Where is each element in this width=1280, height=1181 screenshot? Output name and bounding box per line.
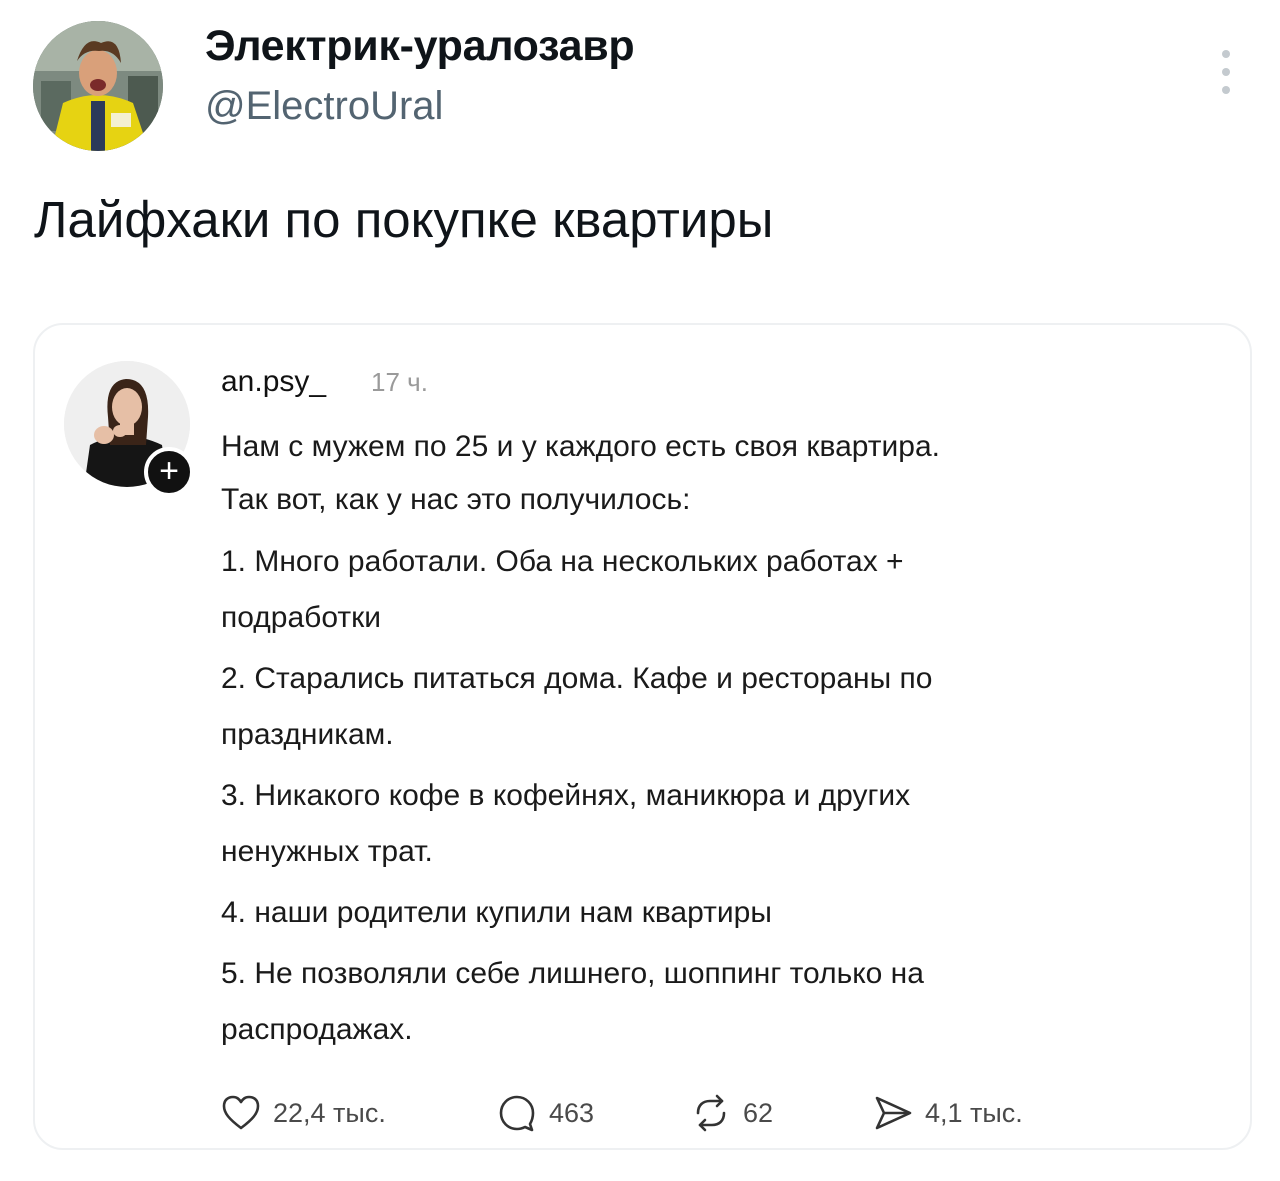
quoted-post-username[interactable]: an.psy_ — [221, 365, 326, 399]
quoted-post-line: Так вот, как у нас это получилось: — [221, 483, 691, 516]
share-count: 4,1 тыс. — [925, 1097, 1023, 1128]
comment-icon — [499, 1095, 535, 1132]
tweet-text: Лайфхаки по покупке квартиры — [34, 191, 774, 248]
author-name[interactable]: Электрик-уралозавр — [205, 22, 635, 71]
quoted-post-time: 17 ч. — [371, 367, 428, 397]
repost-icon — [696, 1094, 726, 1132]
send-icon — [875, 1096, 912, 1130]
author-handle[interactable]: @ElectroUral — [205, 84, 443, 129]
author-avatar[interactable] — [33, 21, 163, 151]
quoted-post-line: распродажах. — [221, 1013, 413, 1046]
quoted-post-line: 5. Не позволяли себе лишнего, шоппинг то… — [221, 957, 924, 990]
like-button[interactable]: 22,4 тыс. — [221, 1091, 386, 1135]
quoted-post-line: ненужных трат. — [221, 835, 433, 868]
quoted-post-line: 1. Много работали. Оба на нескольких раб… — [221, 545, 904, 578]
quoted-post-line: 3. Никакого кофе в кофейнях, маникюра и … — [221, 779, 911, 812]
reply-button[interactable]: 463 — [497, 1091, 594, 1135]
heart-icon — [222, 1095, 260, 1130]
more-options-button[interactable] — [1212, 44, 1240, 100]
quoted-post-line: праздникам. — [221, 718, 394, 751]
like-count: 22,4 тыс. — [273, 1097, 386, 1128]
repost-button[interactable]: 62 — [691, 1091, 773, 1135]
share-button[interactable]: 4,1 тыс. — [873, 1091, 1023, 1135]
reply-count: 463 — [549, 1097, 595, 1128]
quoted-post-line: 4. наши родители купили нам квартиры — [221, 896, 772, 929]
quoted-post-card[interactable]: + an.psy_ 17 ч. Нам с мужем по 25 и у ка… — [33, 323, 1252, 1150]
repost-count: 62 — [743, 1097, 774, 1128]
quoted-post-line: 2. Старались питаться дома. Кафе и ресто… — [221, 662, 933, 695]
follow-plus-button[interactable]: + — [144, 447, 194, 497]
quoted-post-line: Нам с мужем по 25 и у каждого есть своя … — [221, 430, 940, 463]
more-vertical-icon — [1222, 50, 1230, 94]
quoted-post-line: подработки — [221, 601, 381, 634]
